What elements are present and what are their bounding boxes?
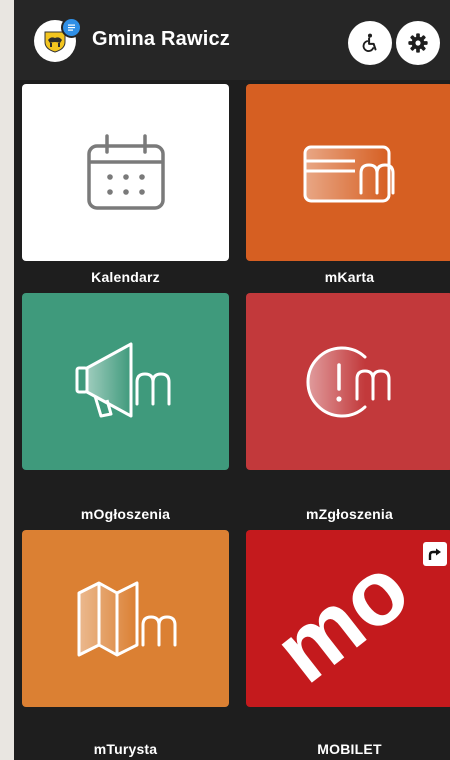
calendar-icon bbox=[86, 133, 165, 210]
tile-label-mkarta: mKarta bbox=[324, 269, 375, 285]
tile-label-mzgloszenia: mZgłoszenia bbox=[306, 506, 393, 522]
app-title: Gmina Rawicz bbox=[92, 28, 230, 50]
mobilet-logo-text: mo bbox=[256, 537, 428, 702]
external-link-icon[interactable] bbox=[423, 542, 447, 566]
tile-label-mogloszenia: mOgłoszenia bbox=[80, 506, 171, 522]
tile-mzgloszenia[interactable] bbox=[246, 293, 450, 470]
card-m-icon bbox=[303, 145, 394, 202]
tile-label-kalendarz: Kalendarz bbox=[91, 269, 160, 285]
mobilet-logo: mo bbox=[256, 537, 428, 702]
wheelchair-icon bbox=[362, 33, 377, 52]
tile-kalendarz[interactable] bbox=[22, 84, 229, 261]
tile-mobilet[interactable]: mo bbox=[246, 530, 450, 707]
tile-label-mobilet: MOBILET bbox=[317, 741, 382, 757]
accessibility-button[interactable] bbox=[348, 21, 392, 65]
settings-button[interactable] bbox=[396, 21, 440, 65]
top-bar: Gmina Rawicz bbox=[14, 0, 450, 80]
tile-mogloszenia[interactable] bbox=[22, 293, 229, 470]
alert-m-icon bbox=[306, 346, 390, 417]
message-icon[interactable] bbox=[61, 17, 82, 38]
tile-label-mturysta: mTurysta bbox=[93, 741, 158, 757]
app-screen: Gmina Rawicz Kalendarz mKarta mOgłoszeni… bbox=[14, 0, 450, 760]
tile-mturysta[interactable] bbox=[22, 530, 229, 707]
map-m-icon bbox=[77, 581, 176, 656]
megaphone-m-icon bbox=[75, 342, 170, 417]
tile-mkarta[interactable] bbox=[246, 84, 450, 261]
gear-icon bbox=[408, 33, 428, 53]
